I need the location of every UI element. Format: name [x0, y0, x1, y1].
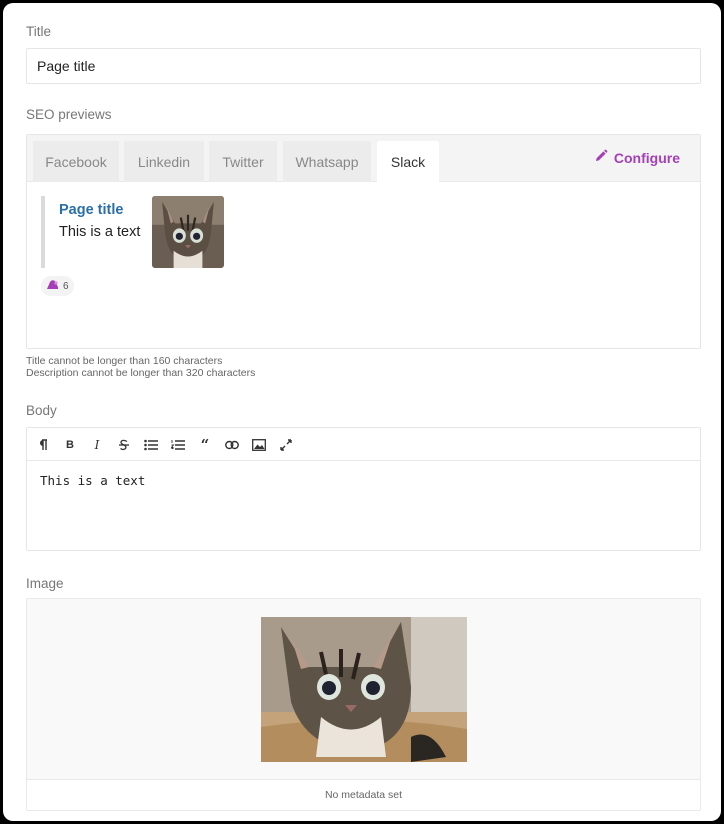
expand-icon[interactable] [276, 435, 296, 455]
configure-button[interactable]: Configure [594, 149, 680, 166]
reaction-count: 6 [63, 280, 69, 292]
description-length-hint: Description cannot be longer than 320 ch… [26, 367, 256, 379]
preview-thumbnail [152, 196, 224, 268]
preview-title: Page title [59, 202, 124, 218]
kitten-image[interactable] [261, 617, 467, 762]
image-icon[interactable] [249, 435, 269, 455]
image-label: Image [26, 576, 64, 591]
seo-tabbar: Facebook Linkedin Twitter Whatsapp Slack… [27, 135, 700, 183]
tab-slack[interactable]: Slack [377, 141, 439, 183]
italic-icon[interactable]: I [87, 435, 107, 455]
bold-icon[interactable]: B [60, 435, 80, 455]
body-editor-content[interactable]: This is a text [40, 473, 145, 488]
tab-whatsapp[interactable]: Whatsapp [283, 141, 371, 182]
title-input[interactable]: Page title [26, 48, 701, 84]
link-icon[interactable] [222, 435, 242, 455]
strikethrough-icon[interactable] [114, 435, 134, 455]
paragraph-icon[interactable] [33, 435, 53, 455]
numbered-list-icon[interactable] [168, 435, 188, 455]
configure-label: Configure [613, 149, 680, 166]
tab-linkedin[interactable]: Linkedin [124, 141, 204, 182]
title-length-hint: Title cannot be longer than 160 characte… [26, 355, 223, 367]
slack-preview-card: Page title This is a text [41, 196, 224, 268]
tab-twitter[interactable]: Twitter [209, 141, 277, 182]
reaction-badge[interactable]: 6 [41, 276, 74, 296]
body-editor: B I “ This is a text [26, 427, 701, 551]
image-field-panel: No metadata set [26, 598, 701, 811]
editor-toolbar: B I “ [27, 428, 700, 461]
image-metadata-status: No metadata set [27, 779, 700, 810]
seo-previews-label: SEO previews [26, 107, 112, 122]
editor-frame: Title Page title SEO previews Facebook L… [3, 3, 721, 821]
bullet-list-icon[interactable] [141, 435, 161, 455]
seo-previews-panel: Facebook Linkedin Twitter Whatsapp Slack… [26, 134, 701, 349]
emoji-icon [46, 279, 59, 293]
title-label: Title [26, 24, 52, 39]
quote-icon[interactable]: “ [195, 435, 215, 455]
body-label: Body [26, 403, 57, 418]
pencil-icon [594, 149, 608, 166]
preview-text: This is a text [59, 224, 141, 240]
tab-facebook[interactable]: Facebook [33, 141, 119, 182]
